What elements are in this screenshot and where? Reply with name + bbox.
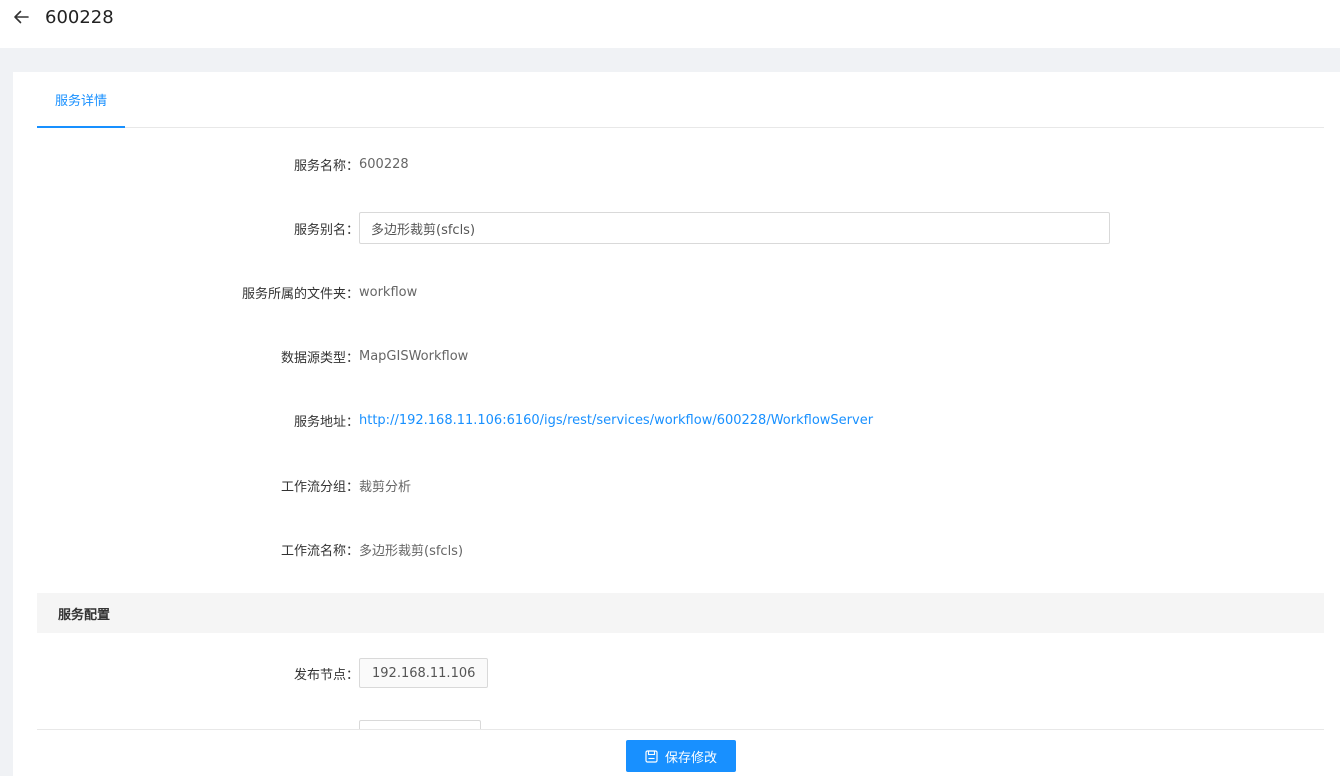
service-folder-label: 服务所属的文件夹： (241, 286, 359, 302)
tab-bar: 服务详情 (37, 72, 1324, 128)
service-folder-value: workflow (359, 284, 418, 300)
service-address-link[interactable]: http://192.168.11.106:6160/igs/rest/serv… (359, 413, 873, 428)
save-changes-label: 保存修改 (664, 750, 717, 766)
service-address-row: 服务地址： http://192.168.11.106:6160/igs/res… (37, 404, 1324, 436)
service-name-row: 服务名称： 600228 (37, 148, 1324, 180)
workflow-group-value: 裁剪分析 (359, 479, 412, 495)
datasource-type-value: MapGISWorkflow (359, 348, 469, 364)
service-config-section-title: 服务配置 (37, 593, 1324, 633)
workflow-group-label: 工作流分组： (280, 479, 359, 495)
save-changes-button[interactable]: 保存修改 (626, 740, 736, 772)
service-address-label: 服务地址： (293, 414, 359, 430)
workflow-name-value: 多边形裁剪(sfcls) (359, 543, 464, 559)
back-button[interactable] (11, 8, 31, 26)
page-header: 600228 (0, 0, 1340, 48)
datasource-type-row: 数据源类型： MapGISWorkflow (37, 340, 1324, 372)
footer-bar: 保存修改 (37, 729, 1324, 776)
arrow-left-icon (14, 10, 29, 24)
workflow-group-row: 工作流分组： 裁剪分析 (37, 469, 1324, 501)
tab-service-details[interactable]: 服务详情 (37, 72, 125, 128)
save-icon (645, 749, 658, 763)
service-alias-row: 服务别名： (37, 212, 1324, 244)
service-name-value: 600228 (359, 156, 409, 172)
page-title: 600228 (45, 7, 114, 28)
service-name-label: 服务名称： (293, 158, 359, 174)
service-alias-input[interactable] (359, 212, 1110, 244)
service-folder-row: 服务所属的文件夹： workflow (37, 276, 1324, 308)
publish-node-tag[interactable]: 192.168.11.106 (359, 658, 489, 688)
service-detail-card: 服务详情 服务名称： 600228 服务别名： 服务所属的文件夹： workfl… (13, 72, 1340, 776)
datasource-type-label: 数据源类型： (280, 350, 359, 366)
workflow-name-label: 工作流名称： (280, 543, 359, 559)
publish-node-row: 发布节点： 192.168.11.106 (37, 657, 1324, 689)
service-alias-label: 服务别名： (293, 222, 359, 238)
workflow-name-row: 工作流名称： 多边形裁剪(sfcls) (37, 533, 1324, 565)
publish-node-label: 发布节点： (293, 667, 359, 683)
